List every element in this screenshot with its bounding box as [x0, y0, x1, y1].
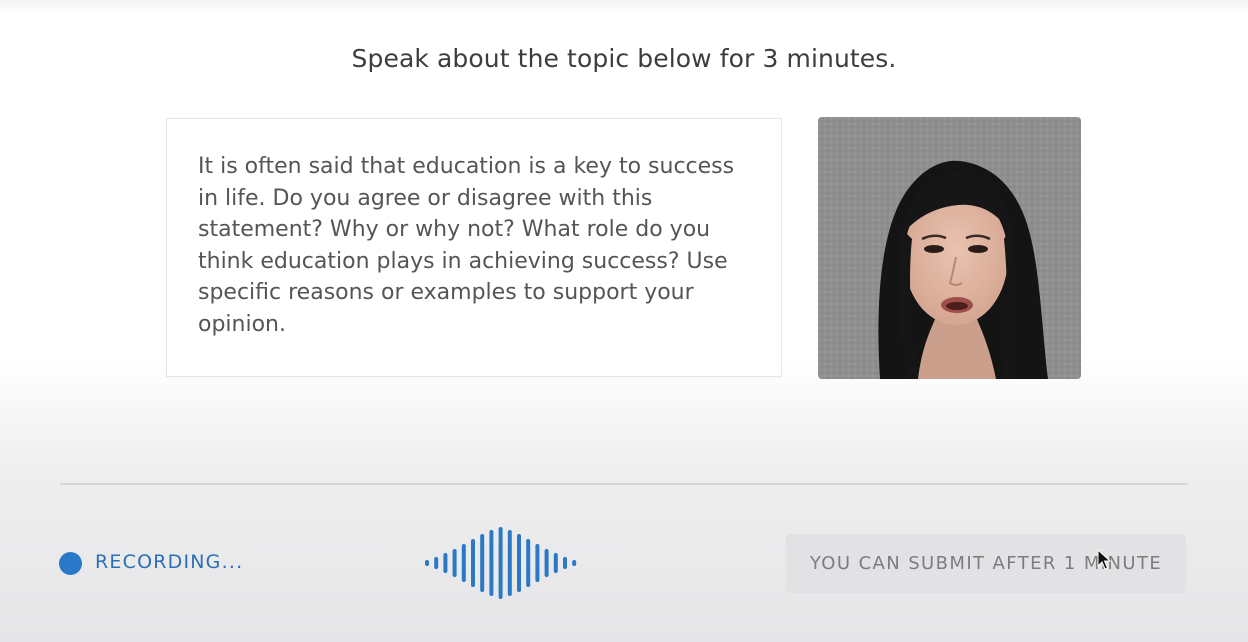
waveform-bar: [489, 530, 494, 596]
waveform-bar: [572, 560, 577, 566]
mouse-cursor-icon: [1097, 549, 1111, 570]
audio-waveform-icon: [425, 527, 577, 599]
submit-button[interactable]: YOU CAN SUBMIT AFTER 1 MINUTE: [786, 534, 1186, 593]
waveform-bar: [535, 544, 540, 582]
top-strip: [0, 0, 1248, 14]
recording-status-label: RECORDING...: [95, 551, 244, 573]
waveform-bar: [526, 539, 531, 587]
waveform-bar: [461, 544, 466, 582]
prompt-card: It is often said that education is a key…: [166, 118, 782, 377]
waveform-bar: [544, 549, 549, 577]
divider: [60, 483, 1188, 485]
page-instruction: Speak about the topic below for 3 minute…: [351, 44, 897, 73]
waveform-bar: [434, 557, 439, 569]
waveform-bar: [553, 553, 558, 573]
waveform-bar: [452, 549, 457, 577]
waveform-bar: [517, 534, 521, 592]
waveform-bar: [425, 560, 429, 566]
recording-indicator-icon: [59, 552, 82, 575]
waveform-bar: [480, 534, 485, 592]
prompt-text: It is often said that education is a key…: [198, 154, 735, 337]
webcam-video-feed: [818, 117, 1081, 379]
waveform-bar: [498, 527, 503, 599]
waveform-bar: [471, 539, 475, 587]
waveform-bar: [507, 530, 512, 596]
webcam-video: [818, 117, 1081, 379]
waveform-bar: [443, 553, 448, 573]
waveform-bar: [563, 557, 567, 569]
